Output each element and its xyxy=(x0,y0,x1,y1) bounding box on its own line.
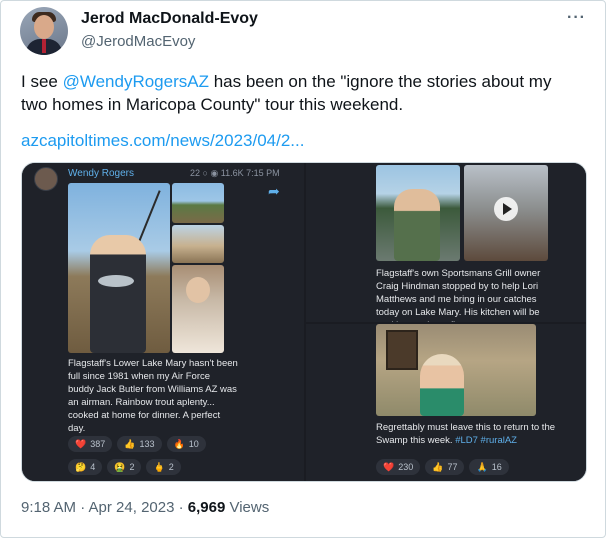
reactions-row: ❤️ 387 👍 133 🔥 10 xyxy=(68,436,206,452)
avatar[interactable] xyxy=(20,7,68,55)
fire-icon: 🔥 xyxy=(173,438,185,449)
face-figure xyxy=(186,277,210,303)
sign-figure xyxy=(386,330,418,370)
reactions-row: ❤️ 230 👍 77 🙏 16 xyxy=(376,459,509,475)
lake-thumbnail xyxy=(172,183,224,223)
dinner-thumbnail xyxy=(172,265,224,353)
thinking-icon: 🤔 xyxy=(75,461,87,472)
media-image-3[interactable]: Regrettably must leave this to return to… xyxy=(306,324,586,481)
vomit-reaction: 🤮 2 xyxy=(107,459,142,475)
portrait-photo xyxy=(376,165,460,261)
reaction-count: 2 xyxy=(129,462,135,472)
selfie-photo xyxy=(376,324,536,416)
reaction-count: 16 xyxy=(491,462,502,472)
tweet-card: Jerod MacDonald-Evoy @JerodMacEvoy ··· I… xyxy=(0,0,606,538)
reaction-count: 4 xyxy=(90,462,96,472)
reaction-count: 133 xyxy=(139,439,155,449)
views-label: Views xyxy=(225,499,270,516)
video-thumbnail xyxy=(464,165,548,261)
play-icon[interactable] xyxy=(494,197,518,221)
article-link[interactable]: azcapitoltimes.com/news/2023/04/2... xyxy=(21,131,304,151)
avatar-head xyxy=(34,15,54,39)
reaction-count: 2 xyxy=(168,462,174,472)
person-figure xyxy=(394,189,440,261)
share-arrow-icon: ➦ xyxy=(268,183,280,199)
post-caption: Regrettably must leave this to return to… xyxy=(376,421,556,447)
reaction-count: 387 xyxy=(90,439,106,449)
thumbs-up-reaction: 👍 133 xyxy=(117,436,162,452)
vomit-icon: 🤮 xyxy=(114,461,126,472)
thumbs-up-icon: 👍 xyxy=(124,438,136,449)
post-caption: Flagstaff's Lower Lake Mary hasn't been … xyxy=(68,358,238,434)
thumbs-up-reaction: 👍 77 xyxy=(425,459,465,475)
heart-reaction: ❤️ 387 xyxy=(68,436,113,452)
channel-name: Wendy Rogers xyxy=(68,168,134,179)
gesture-reaction: 🖕 2 xyxy=(146,459,181,475)
gesture-icon: 🖕 xyxy=(153,461,165,472)
author-name[interactable]: Jerod MacDonald-Evoy xyxy=(81,10,258,28)
author-handle[interactable]: @JerodMacEvoy xyxy=(81,33,195,50)
tweet-footer: 9:18 AM · Apr 24, 2023 · 6,969 Views xyxy=(21,499,269,516)
media-grid[interactable]: Wendy Rogers 22 ○ ◉ 11.6K 7:15 PM ➦ Flag… xyxy=(21,162,587,482)
reaction-count: 230 xyxy=(398,462,414,472)
person-figure xyxy=(90,235,146,353)
trout-thumbnail xyxy=(172,225,224,263)
caption-hashtags: #LD7 #ruralAZ xyxy=(455,435,517,446)
pray-icon: 🙏 xyxy=(476,461,488,472)
pray-reaction: 🙏 16 xyxy=(469,459,509,475)
views-count: 6,969 xyxy=(187,499,226,516)
channel-avatar xyxy=(34,167,58,191)
heart-icon: ❤️ xyxy=(75,438,87,449)
thinking-reaction: 🤔 4 xyxy=(68,459,103,475)
post-meta: 22 ○ ◉ 11.6K 7:15 PM xyxy=(190,168,280,178)
trout-figure xyxy=(98,275,134,287)
mention-link[interactable]: @WendyRogersAZ xyxy=(63,72,209,91)
heart-icon: ❤️ xyxy=(383,461,395,472)
reaction-count: 10 xyxy=(188,439,199,449)
media-image-2[interactable]: Flagstaff's own Sportsmans Grill owner C… xyxy=(306,163,586,322)
thumbs-up-icon: 👍 xyxy=(432,461,444,472)
post-caption: Flagstaff's own Sportsmans Grill owner C… xyxy=(376,268,541,322)
tweet-text-before: I see xyxy=(21,72,63,91)
fire-reaction: 🔥 10 xyxy=(166,436,206,452)
heart-reaction: ❤️ 230 xyxy=(376,459,421,475)
timestamp[interactable]: 9:18 AM · Apr 24, 2023 · xyxy=(21,499,188,516)
reaction-count: 77 xyxy=(447,462,458,472)
person-figure xyxy=(420,354,464,416)
tweet-text: I see @WendyRogersAZ has been on the "ig… xyxy=(21,70,581,116)
more-options-icon[interactable]: ··· xyxy=(567,9,586,27)
avatar-tie xyxy=(42,39,46,53)
media-image-1[interactable]: Wendy Rogers 22 ○ ◉ 11.6K 7:15 PM ➦ Flag… xyxy=(22,163,304,481)
reactions-row: 🤔 4 🤮 2 🖕 2 xyxy=(68,459,181,475)
fishing-photo xyxy=(68,183,170,353)
